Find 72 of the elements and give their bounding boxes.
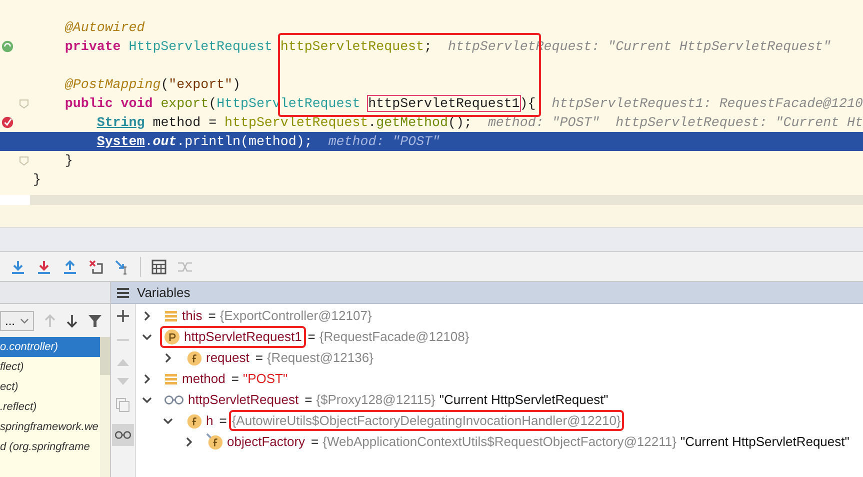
equals-sign: = (208, 308, 216, 323)
stack-frame-item[interactable]: d (org.springframe (0, 437, 100, 457)
field-icon (185, 349, 202, 366)
filter-icon[interactable] (88, 314, 102, 328)
code-text: } (33, 172, 41, 187)
code-text: private HttpServletRequest httpServletRequest; (64, 39, 432, 54)
code-text: @Autowired (64, 20, 145, 35)
horizontal-scrollbar[interactable] (30, 195, 863, 205)
down-arrow-icon[interactable] (66, 314, 78, 328)
stack-frame-item[interactable]: ect) (0, 377, 100, 397)
locked-field-icon (206, 433, 223, 450)
variable-name: httpServletRequest1 (184, 329, 302, 344)
variable-value: {$Proxy128@12115} (316, 392, 436, 407)
watches-toggle-icon[interactable] (112, 424, 134, 446)
drop-frame-icon[interactable] (88, 258, 104, 274)
variable-name: method (182, 371, 226, 386)
variable-note: "Current HttpServletRequest" (439, 392, 608, 407)
chevron-right-icon[interactable] (163, 352, 173, 362)
variable-value: {AutowireUtils$ObjectFactoryDelegatingInvocationHandler@12210} (230, 412, 622, 429)
chevron-down-icon[interactable] (142, 394, 152, 404)
code-text: } (64, 153, 73, 168)
inline-value-hint: httpServletRequest1: RequestFacade@1210 (552, 96, 863, 111)
fields-icon (164, 372, 178, 386)
code-text: @PostMapping("export") (64, 77, 240, 92)
variable-value: "POST" (242, 371, 288, 386)
chevron-down-icon[interactable] (163, 416, 173, 426)
inline-value-hint: httpServletRequest: "Current Ht (616, 115, 863, 130)
equals-sign: = (231, 371, 239, 386)
chevron-right-icon[interactable] (184, 436, 194, 446)
variable-name: request (206, 350, 250, 365)
field-icon (185, 412, 202, 429)
glasses-icon (164, 394, 184, 404)
stack-frame-item[interactable]: .reflect) (0, 397, 100, 417)
inline-value-hint: method: "POST" (328, 134, 440, 149)
code-text: ){ (520, 96, 536, 111)
menu-icon[interactable] (117, 286, 129, 298)
variable-value: {WebApplicationContextUtils$RequestObjectFactory@12211} (322, 434, 676, 449)
stack-frame-item[interactable]: flect) (0, 357, 100, 377)
force-step-into-icon[interactable] (36, 258, 52, 274)
chevron-right-icon[interactable] (142, 310, 152, 320)
variable-name: httpServletRequest (188, 392, 299, 407)
scrollbar-thumb[interactable] (100, 337, 110, 375)
equals-sign: = (308, 329, 316, 344)
variable-value: {ExportController@12107} (220, 308, 372, 323)
chevron-right-icon[interactable] (142, 374, 152, 384)
thread-dropdown[interactable]: ... (0, 310, 34, 330)
code-text: System.out.println(method); (96, 134, 312, 149)
variable-name: h (206, 413, 214, 428)
equals-sign: = (255, 350, 263, 365)
add-icon[interactable] (117, 310, 129, 322)
variable-name: objectFactory (227, 434, 306, 449)
variable-value: {Request@12136} (266, 350, 374, 365)
calculator-icon[interactable] (151, 258, 167, 274)
variable-name: this (182, 308, 202, 323)
equals-sign: = (219, 413, 227, 428)
variable-value: {RequestFacade@12108} (319, 329, 470, 344)
equals-sign: = (304, 392, 312, 407)
breakpoint-icon[interactable] (0, 116, 14, 129)
stack-frame-item[interactable]: o.controller) (0, 337, 100, 357)
step-over-icon[interactable] (10, 258, 26, 274)
variable-note: "Current HttpServletRequest" (680, 434, 850, 449)
fields-icon (164, 308, 178, 322)
code-text: httpServletRequest1 (368, 96, 520, 111)
stack-frame-item[interactable]: springframework.we (0, 417, 100, 437)
equals-sign: = (311, 434, 319, 449)
panel-title: Variables (137, 285, 190, 300)
bean-icon[interactable] (0, 40, 14, 53)
parameter-icon (164, 328, 180, 344)
step-out-icon[interactable] (62, 258, 78, 274)
inline-value-hint: method: "POST" (488, 115, 600, 130)
chevron-down-icon[interactable] (142, 332, 152, 342)
code-text: String method = httpServletRequest.getMethod(); (96, 115, 472, 130)
